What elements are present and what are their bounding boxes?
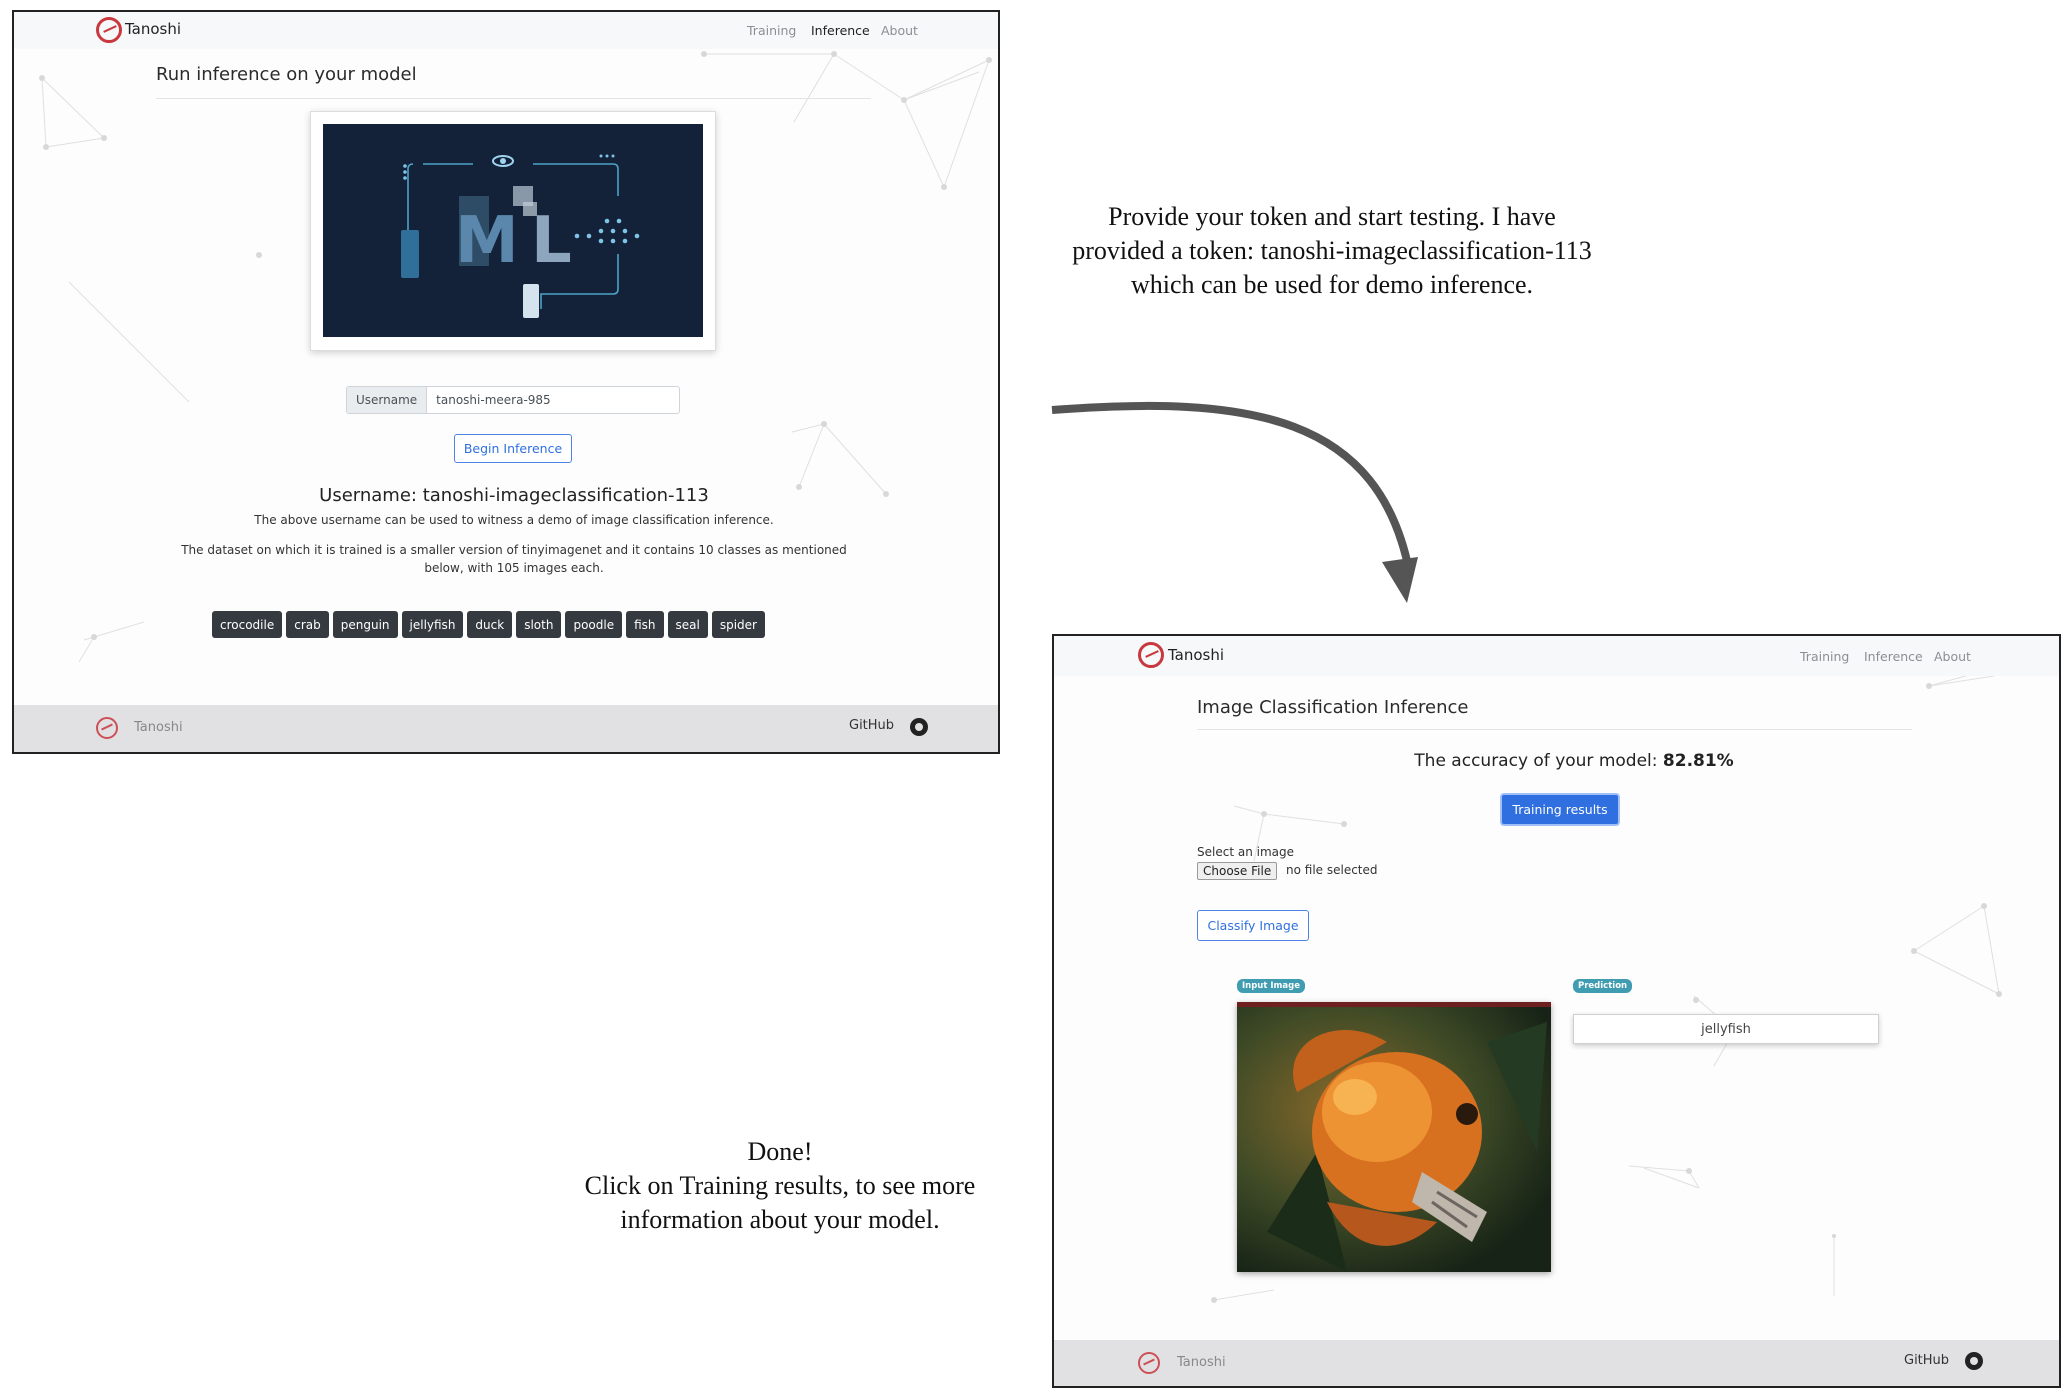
begin-inference-button[interactable]: Begin Inference	[454, 434, 572, 463]
class-tag: jellyfish	[401, 611, 464, 638]
input-image-badge: Input Image	[1237, 979, 1305, 993]
username-input-group[interactable]: Username tanoshi-meera-985	[346, 386, 680, 414]
annotation-line: information about your model.	[620, 1205, 940, 1234]
input-image	[1237, 1002, 1551, 1272]
nav-inference[interactable]: Inference	[1864, 649, 1923, 664]
github-icon[interactable]	[910, 718, 928, 736]
ml-hero-image: M L	[323, 124, 703, 337]
page-title: Image Classification Inference	[1197, 697, 1469, 718]
choose-file-button[interactable]: Choose File	[1197, 862, 1278, 880]
annotation-line: provided a token: tanoshi-imageclassific…	[1072, 236, 1592, 265]
username-label: Username	[347, 387, 428, 413]
class-tag: poodle	[565, 611, 623, 638]
class-tag: fish	[626, 611, 664, 638]
navbar: Tanoshi Training Inference About	[14, 12, 998, 49]
class-tag: crocodile	[212, 611, 283, 638]
dataset-description-line2: below, with 105 images each.	[424, 561, 604, 575]
navbar: Tanoshi Training Inference About	[1054, 636, 2059, 676]
demo-username-heading: Username: tanoshi-imageclassification-11…	[319, 485, 709, 506]
nav-training[interactable]: Training	[1800, 649, 1849, 664]
class-tag: duck	[467, 611, 513, 638]
page-title: Run inference on your model	[156, 64, 417, 85]
nav-about[interactable]: About	[881, 23, 918, 38]
training-results-button[interactable]: Training results	[1500, 793, 1620, 826]
annotation-line: Provide your token and start testing. I …	[1108, 202, 1556, 231]
provide-token-annotation: Provide your token and start testing. I …	[1012, 200, 1652, 302]
dataset-description-line1: The dataset on which it is trained is a …	[181, 543, 847, 557]
background-network-decoration	[1211, 668, 2002, 1303]
class-tag: sloth	[516, 611, 562, 638]
accuracy-label: The accuracy of your model:	[1414, 751, 1658, 771]
prediction-badge: Prediction	[1573, 979, 1633, 993]
title-divider	[1197, 729, 1912, 730]
title-divider	[156, 98, 871, 99]
github-link[interactable]: GitHub	[849, 718, 894, 733]
hero-letter-l: L	[531, 204, 572, 278]
class-tag: crab	[286, 611, 329, 638]
footer-brand: Tanoshi	[1177, 1355, 1226, 1370]
select-image-label: Select an image	[1197, 845, 1294, 859]
nav-inference[interactable]: Inference	[811, 23, 870, 38]
screenshot-classification-result: Tanoshi Training Inference About Image C…	[1052, 634, 2061, 1388]
footer-logo-icon	[96, 717, 118, 739]
annotation-line: Click on Training results, to see more	[584, 1171, 976, 1200]
tanoshi-logo-icon[interactable]	[1138, 642, 1164, 668]
brand-name[interactable]: Tanoshi	[125, 20, 181, 38]
accuracy-value: 82.81%	[1662, 751, 1734, 771]
annotation-line: Done!	[747, 1137, 813, 1166]
class-tag: seal	[667, 611, 708, 638]
brand-name[interactable]: Tanoshi	[1168, 646, 1224, 664]
github-icon[interactable]	[1965, 1352, 1983, 1370]
hero-letter-m: M	[455, 204, 519, 278]
goldfish-photo	[1237, 1002, 1551, 1272]
model-accuracy: The accuracy of your model: 82.81%	[1374, 751, 1774, 771]
class-tag: penguin	[332, 611, 398, 638]
ml-illustration: M L	[401, 154, 640, 318]
footer-brand: Tanoshi	[134, 720, 183, 735]
nav-about[interactable]: About	[1934, 649, 1971, 664]
footer-logo-icon	[1138, 1352, 1160, 1374]
footer: Tanoshi GitHub	[14, 705, 998, 752]
hero-image-frame: M L	[310, 111, 716, 351]
class-tag-list: crocodile crab penguin jellyfish duck sl…	[212, 611, 765, 638]
file-status-text: no file selected	[1286, 863, 1378, 877]
prediction-result: jellyfish	[1573, 1014, 1879, 1044]
nav-training[interactable]: Training	[747, 23, 796, 38]
classify-image-button[interactable]: Classify Image	[1197, 910, 1309, 941]
screenshot-run-inference: Tanoshi Training Inference About Run inf…	[12, 10, 1000, 754]
annotation-line: which can be used for demo inference.	[1130, 270, 1534, 299]
footer: Tanoshi GitHub	[1054, 1340, 2059, 1386]
done-annotation: Done! Click on Training results, to see …	[530, 1135, 1030, 1237]
class-tag: spider	[711, 611, 765, 638]
demo-description: The above username can be used to witnes…	[254, 513, 774, 527]
curved-arrow-icon	[1051, 401, 1418, 603]
github-link[interactable]: GitHub	[1904, 1353, 1949, 1368]
tanoshi-logo-icon[interactable]	[96, 17, 122, 43]
username-input[interactable]: tanoshi-meera-985	[427, 387, 679, 413]
